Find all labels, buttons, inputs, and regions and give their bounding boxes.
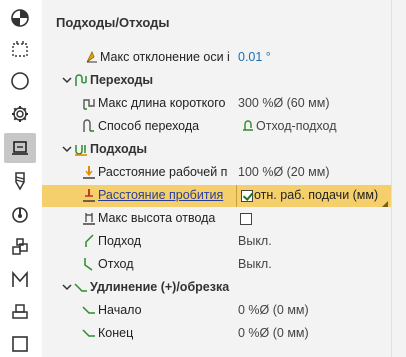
row-work-approach-distance[interactable]: Расстояние рабочей п 100 %Ø (20 мм) <box>42 162 391 184</box>
approaches-icon <box>73 141 89 157</box>
extension-label: Удлинение (+)/обрезка <box>90 280 230 294</box>
max-retract-height-checkbox[interactable] <box>240 213 252 225</box>
vertical-scrollbar[interactable] <box>391 0 406 357</box>
approach-icon <box>81 233 97 249</box>
transitions-label: Переходы <box>90 73 154 87</box>
properties-panel: Подходы/Отходы Макс отклонение оси i 0.0… <box>42 0 391 357</box>
panel-title: Подходы/Отходы <box>56 15 170 30</box>
pierce-distance-checkbox[interactable] <box>241 190 253 202</box>
row-max-axis-deviation[interactable]: Макс отклонение оси i 0.01 ° <box>42 47 391 69</box>
row-max-retract-height[interactable]: Макс высота отвода <box>42 208 391 230</box>
retract-height-icon <box>81 210 97 226</box>
end-extension-icon <box>81 325 97 341</box>
end-label: Конец <box>98 326 134 340</box>
approach-value[interactable]: Выкл. <box>238 234 272 248</box>
chevron-down-icon[interactable] <box>61 143 73 155</box>
pierce-distance-icon <box>81 187 97 203</box>
row-max-short-length[interactable]: Макс длина короткого 300 %Ø (60 мм) <box>42 93 391 115</box>
max-retract-height-label: Макс высота отвода <box>98 211 216 225</box>
row-start[interactable]: Начало 0 %Ø (0 мм) <box>42 300 391 322</box>
retract-label: Отход <box>98 257 134 271</box>
section-transitions[interactable]: Переходы <box>42 70 391 92</box>
transition-method-value[interactable]: Отход-подход <box>256 119 337 133</box>
row-transition-method[interactable]: Способ перехода Отход-подход <box>42 116 391 138</box>
transition-method-icon <box>81 118 97 134</box>
gear-icon[interactable] <box>4 99 36 129</box>
hemisphere-icon[interactable] <box>4 3 36 33</box>
spindle-icon[interactable] <box>4 199 36 229</box>
row-retract[interactable]: Отход Выкл. <box>42 254 391 276</box>
retract-icon <box>81 256 97 272</box>
retract-value[interactable]: Выкл. <box>238 257 272 271</box>
max-short-length-label: Макс длина короткого <box>98 96 226 110</box>
dropdown-corner-icon[interactable] <box>382 201 388 207</box>
end-value[interactable]: 0 %Ø (0 мм) <box>238 326 309 340</box>
section-approaches[interactable]: Подходы <box>42 139 391 161</box>
letter-m-icon[interactable] <box>4 265 36 295</box>
left-toolbar <box>0 0 40 357</box>
max-axis-deviation-value[interactable]: 0.01 ° <box>238 50 271 64</box>
work-approach-distance-value[interactable]: 100 %Ø (20 мм) <box>238 165 330 179</box>
transition-method-label: Способ перехода <box>98 119 200 133</box>
extension-icon <box>73 279 89 295</box>
start-extension-icon <box>81 302 97 318</box>
work-approach-distance-label: Расстояние рабочей п <box>98 165 228 179</box>
row-approach[interactable]: Подход Выкл. <box>42 231 391 253</box>
pierce-distance-value: отн. раб. подачи (мм) <box>254 188 379 202</box>
links-icon[interactable] <box>4 133 36 163</box>
stacked-blocks-icon[interactable] <box>4 232 36 262</box>
short-link-icon <box>81 95 97 111</box>
approaches-label: Подходы <box>90 142 148 156</box>
row-pierce-distance[interactable]: Расстояние пробития отн. раб. подачи (мм… <box>42 185 391 207</box>
stamp-icon[interactable] <box>4 297 36 327</box>
chevron-down-icon[interactable] <box>61 74 73 86</box>
selection-box-icon[interactable] <box>4 34 36 64</box>
compass-icon[interactable] <box>4 66 36 96</box>
pierce-distance-label: Расстояние пробития <box>98 188 224 202</box>
max-axis-deviation-label: Макс отклонение оси i <box>100 50 230 64</box>
start-label: Начало <box>98 303 142 317</box>
row-end[interactable]: Конец 0 %Ø (0 мм) <box>42 323 391 345</box>
max-short-length-value[interactable]: 300 %Ø (60 мм) <box>238 96 330 110</box>
chevron-down-icon[interactable] <box>61 281 73 293</box>
transitions-icon <box>73 72 89 88</box>
axis-deviation-icon <box>84 49 100 65</box>
retract-approach-icon <box>240 118 256 134</box>
approach-label: Подход <box>98 234 142 248</box>
section-extension[interactable]: Удлинение (+)/обрезка <box>42 277 391 299</box>
approach-distance-icon <box>81 164 97 180</box>
start-value[interactable]: 0 %Ø (0 мм) <box>238 303 309 317</box>
tool-icon[interactable] <box>4 166 36 196</box>
square-icon[interactable] <box>4 329 36 357</box>
